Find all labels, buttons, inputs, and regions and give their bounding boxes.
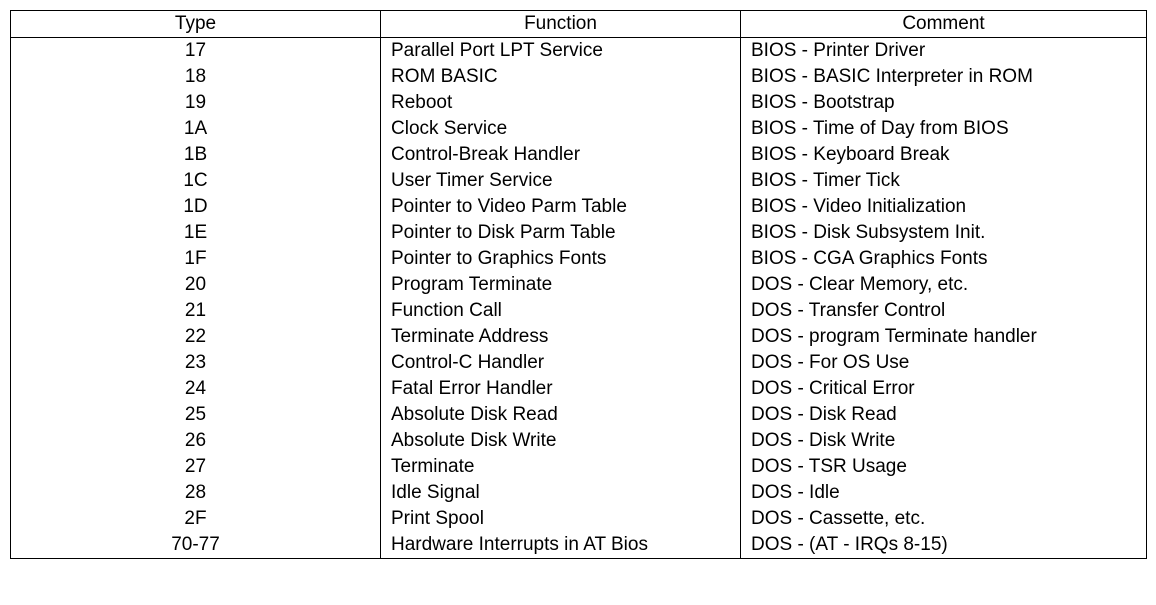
cell-comment: DOS - Clear Memory, etc. [741, 272, 1147, 298]
table-row: 18ROM BASICBIOS - BASIC Interpreter in R… [11, 64, 1147, 90]
header-type: Type [11, 11, 381, 38]
table-row: 1EPointer to Disk Parm TableBIOS - Disk … [11, 220, 1147, 246]
cell-comment: BIOS - Disk Subsystem Init. [741, 220, 1147, 246]
cell-comment: DOS - For OS Use [741, 350, 1147, 376]
cell-comment: BIOS - BASIC Interpreter in ROM [741, 64, 1147, 90]
table-row: 1DPointer to Video Parm TableBIOS - Vide… [11, 194, 1147, 220]
cell-comment: DOS - (AT - IRQs 8-15) [741, 532, 1147, 559]
table-row: 25Absolute Disk ReadDOS - Disk Read [11, 402, 1147, 428]
table-row: 1FPointer to Graphics FontsBIOS - CGA Gr… [11, 246, 1147, 272]
cell-function: Clock Service [381, 116, 741, 142]
cell-type: 18 [11, 64, 381, 90]
cell-comment: DOS - Disk Write [741, 428, 1147, 454]
cell-type: 1B [11, 142, 381, 168]
cell-comment: DOS - Transfer Control [741, 298, 1147, 324]
cell-comment: BIOS - CGA Graphics Fonts [741, 246, 1147, 272]
header-function: Function [381, 11, 741, 38]
cell-comment: DOS - TSR Usage [741, 454, 1147, 480]
table-row: 1CUser Timer ServiceBIOS - Timer Tick [11, 168, 1147, 194]
cell-type: 19 [11, 90, 381, 116]
cell-comment: DOS - Critical Error [741, 376, 1147, 402]
table-body: 17Parallel Port LPT ServiceBIOS - Printe… [11, 38, 1147, 559]
table-row: 20Program TerminateDOS - Clear Memory, e… [11, 272, 1147, 298]
cell-comment: BIOS - Keyboard Break [741, 142, 1147, 168]
table-row: 2FPrint SpoolDOS - Cassette, etc. [11, 506, 1147, 532]
cell-type: 17 [11, 38, 381, 65]
cell-type: 1D [11, 194, 381, 220]
cell-comment: DOS - Disk Read [741, 402, 1147, 428]
cell-function: Idle Signal [381, 480, 741, 506]
table-header-row: Type Function Comment [11, 11, 1147, 38]
cell-type: 28 [11, 480, 381, 506]
cell-function: Print Spool [381, 506, 741, 532]
cell-function: Terminate [381, 454, 741, 480]
cell-type: 21 [11, 298, 381, 324]
cell-type: 1E [11, 220, 381, 246]
cell-type: 20 [11, 272, 381, 298]
table-row: 1BControl-Break HandlerBIOS - Keyboard B… [11, 142, 1147, 168]
cell-function: Pointer to Disk Parm Table [381, 220, 741, 246]
cell-comment: BIOS - Bootstrap [741, 90, 1147, 116]
cell-type: 26 [11, 428, 381, 454]
table-row: 19RebootBIOS - Bootstrap [11, 90, 1147, 116]
table-row: 21Function CallDOS - Transfer Control [11, 298, 1147, 324]
cell-function: Function Call [381, 298, 741, 324]
cell-function: User Timer Service [381, 168, 741, 194]
cell-type: 1F [11, 246, 381, 272]
cell-function: Parallel Port LPT Service [381, 38, 741, 65]
cell-comment: DOS - Cassette, etc. [741, 506, 1147, 532]
cell-function: Pointer to Video Parm Table [381, 194, 741, 220]
cell-function: Control-Break Handler [381, 142, 741, 168]
interrupt-table: Type Function Comment 17Parallel Port LP… [10, 10, 1147, 559]
cell-comment: DOS - program Terminate handler [741, 324, 1147, 350]
cell-function: Reboot [381, 90, 741, 116]
table-row: 23Control-C HandlerDOS - For OS Use [11, 350, 1147, 376]
cell-type: 1A [11, 116, 381, 142]
cell-function: Absolute Disk Write [381, 428, 741, 454]
cell-comment: DOS - Idle [741, 480, 1147, 506]
cell-type: 25 [11, 402, 381, 428]
table-row: 28Idle SignalDOS - Idle [11, 480, 1147, 506]
table-row: 26Absolute Disk WriteDOS - Disk Write [11, 428, 1147, 454]
table-row: 27TerminateDOS - TSR Usage [11, 454, 1147, 480]
cell-comment: BIOS - Video Initialization [741, 194, 1147, 220]
cell-comment: BIOS - Time of Day from BIOS [741, 116, 1147, 142]
cell-type: 70-77 [11, 532, 381, 559]
cell-function: Absolute Disk Read [381, 402, 741, 428]
cell-comment: BIOS - Printer Driver [741, 38, 1147, 65]
cell-type: 27 [11, 454, 381, 480]
table-row: 17Parallel Port LPT ServiceBIOS - Printe… [11, 38, 1147, 65]
cell-function: ROM BASIC [381, 64, 741, 90]
cell-function: Hardware Interrupts in AT Bios [381, 532, 741, 559]
cell-function: Fatal Error Handler [381, 376, 741, 402]
cell-function: Terminate Address [381, 324, 741, 350]
cell-type: 22 [11, 324, 381, 350]
cell-type: 23 [11, 350, 381, 376]
cell-comment: BIOS - Timer Tick [741, 168, 1147, 194]
cell-function: Program Terminate [381, 272, 741, 298]
cell-type: 24 [11, 376, 381, 402]
header-comment: Comment [741, 11, 1147, 38]
table-row: 70-77Hardware Interrupts in AT BiosDOS -… [11, 532, 1147, 559]
table-row: 22Terminate AddressDOS - program Termina… [11, 324, 1147, 350]
table-row: 1AClock ServiceBIOS - Time of Day from B… [11, 116, 1147, 142]
table-row: 24Fatal Error HandlerDOS - Critical Erro… [11, 376, 1147, 402]
cell-function: Pointer to Graphics Fonts [381, 246, 741, 272]
cell-type: 1C [11, 168, 381, 194]
cell-function: Control-C Handler [381, 350, 741, 376]
cell-type: 2F [11, 506, 381, 532]
